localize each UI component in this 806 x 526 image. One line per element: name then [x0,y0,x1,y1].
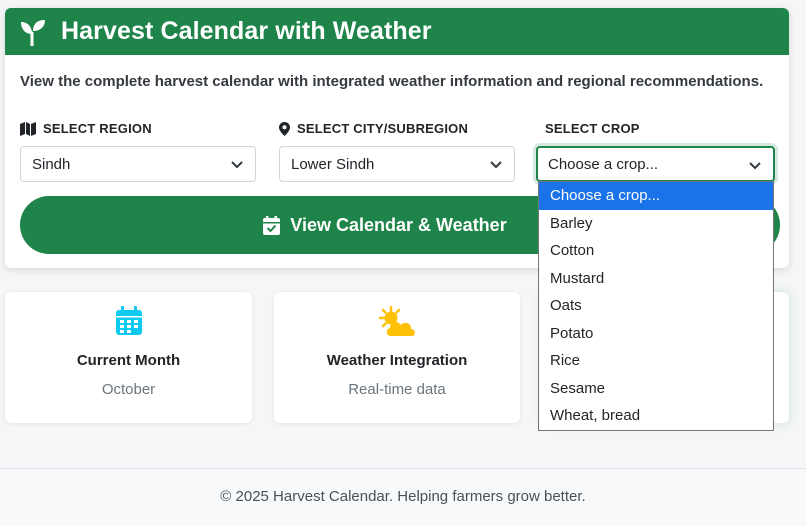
footer-text: © 2025 Harvest Calendar. Helping farmers… [220,488,586,505]
chevron-down-icon [490,161,502,169]
seedling-icon [19,18,47,46]
region-label: SELECT REGION [20,121,152,136]
map-icon [20,121,36,136]
crop-option[interactable]: Rice [539,347,773,375]
calendar-check-icon [263,215,281,235]
card-title: Weather Integration [326,352,468,369]
crop-option[interactable]: Sesame [539,375,773,403]
card-subtitle: Real-time data [348,381,446,398]
calendar-icon [109,306,149,340]
card-title: Current Month [76,352,181,369]
crop-option[interactable]: Cotton [539,237,773,265]
map-marker-icon [279,121,290,136]
crop-option[interactable]: Mustard [539,265,773,293]
card-header: Harvest Calendar with Weather [5,8,789,55]
footer: © 2025 Harvest Calendar. Helping farmers… [0,468,806,526]
lead-text: View the complete harvest calendar with … [20,73,764,90]
page-title: Harvest Calendar with Weather [61,17,432,45]
current-month-card: Current Month October [5,292,252,423]
region-select[interactable]: Sindh [20,146,256,182]
crop-option[interactable]: Choose a crop... [539,182,773,210]
weather-integration-card: Weather Integration Real-time data [274,292,520,423]
card-subtitle: October [101,381,156,398]
crop-option[interactable]: Barley [539,210,773,238]
sun-cloud-icon [377,306,417,340]
crop-option[interactable]: Potato [539,320,773,348]
crop-label: SELECT CROP [545,121,640,136]
crop-option[interactable]: Wheat, bread [539,402,773,430]
crop-option[interactable]: Oats [539,292,773,320]
crop-dropdown-list[interactable]: Choose a crop... Barley Cotton Mustard O… [538,181,774,431]
crop-select[interactable]: Choose a crop... [536,146,775,182]
city-label: SELECT CITY/SUBREGION [279,121,468,136]
city-select[interactable]: Lower Sindh [279,146,515,182]
chevron-down-icon [231,161,243,169]
chevron-down-icon [749,162,761,170]
